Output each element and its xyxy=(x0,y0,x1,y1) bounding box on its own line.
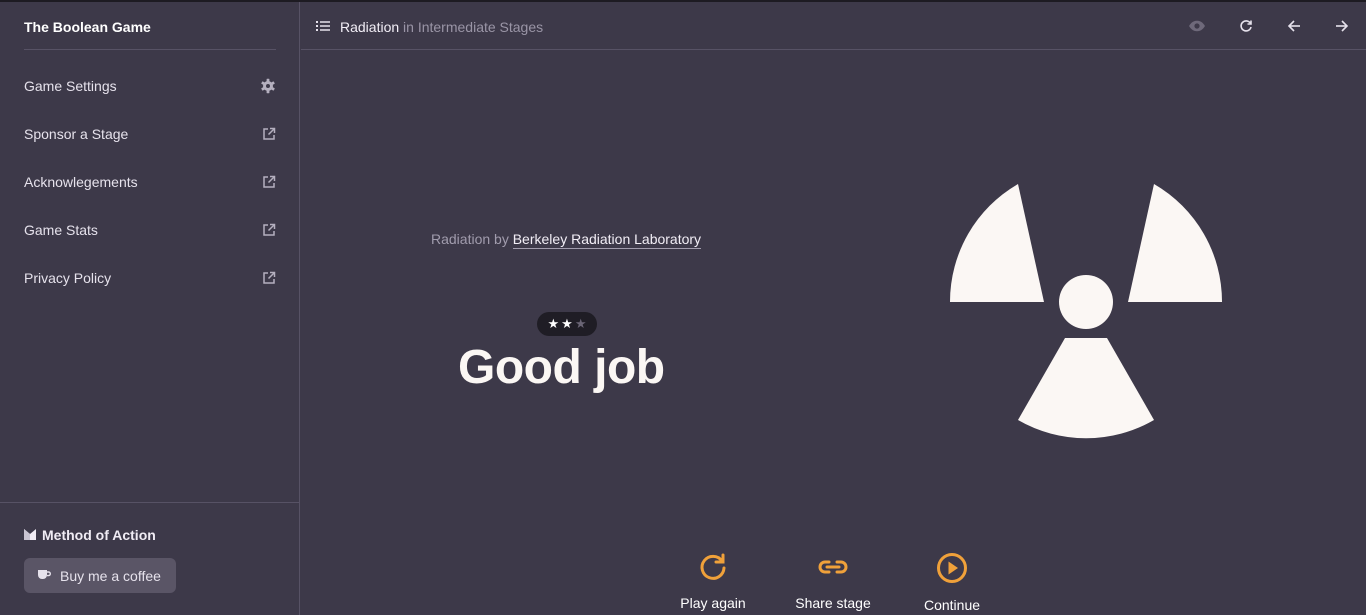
refresh-icon[interactable] xyxy=(1236,16,1256,36)
method-of-action-link[interactable]: Method of Action xyxy=(24,526,156,544)
coffee-cup-icon xyxy=(37,568,51,584)
method-of-action-logo-icon xyxy=(24,527,36,543)
arrow-left-icon[interactable] xyxy=(1284,16,1304,36)
sidebar-item-label: Privacy Policy xyxy=(24,270,112,286)
byline-prefix: Radiation by xyxy=(431,231,509,247)
star-rating: ★ ★ ★ xyxy=(537,312,597,336)
sidebar-item-label: Sponsor a Stage xyxy=(24,126,129,142)
share-stage-label: Share stage xyxy=(795,595,871,611)
arrow-right-icon[interactable] xyxy=(1332,16,1352,36)
sidebar-item-label: Game Settings xyxy=(24,78,117,94)
external-link-icon xyxy=(262,223,276,237)
external-link-icon xyxy=(262,175,276,189)
external-link-icon xyxy=(262,271,276,285)
play-again-button[interactable]: Play again xyxy=(672,552,754,612)
sidebar-divider xyxy=(24,49,276,50)
continue-button[interactable]: Continue xyxy=(916,552,988,613)
replay-icon xyxy=(698,552,728,587)
sidebar-item-sponsor-a-stage[interactable]: Sponsor a Stage xyxy=(24,122,276,146)
buy-me-a-coffee-button[interactable]: Buy me a coffee xyxy=(24,558,176,593)
stage-list-icon[interactable] xyxy=(316,19,330,35)
share-stage-button[interactable]: Share stage xyxy=(789,552,877,612)
star-filled-icon: ★ xyxy=(561,316,573,331)
sidebar-item-game-settings[interactable]: Game Settings xyxy=(24,74,276,98)
sidebar-item-label: Acknowlegements xyxy=(24,174,138,190)
breadcrumb: Radiation in Intermediate Stages xyxy=(316,18,543,36)
sidebar-footer-divider xyxy=(0,502,300,503)
gear-icon xyxy=(260,78,276,94)
method-of-action-label: Method of Action xyxy=(42,527,156,543)
external-link-icon xyxy=(262,127,276,141)
sidebar-item-acknowlegements[interactable]: Acknowlegements xyxy=(24,170,276,194)
continue-label: Continue xyxy=(923,597,981,613)
stage-header: Radiation in Intermediate Stages xyxy=(301,2,1366,50)
star-empty-icon: ★ xyxy=(574,316,587,331)
result-heading: Good job xyxy=(458,341,665,394)
radiation-trefoil-icon xyxy=(949,184,1223,439)
app-title: The Boolean Game xyxy=(24,19,151,35)
sidebar-item-game-stats[interactable]: Game Stats xyxy=(24,218,276,242)
play-again-label: Play again xyxy=(680,595,746,611)
sidebar-item-label: Game Stats xyxy=(24,222,98,238)
sidebar-item-privacy-policy[interactable]: Privacy Policy xyxy=(24,266,276,290)
stage-collection: in Intermediate Stages xyxy=(403,19,544,35)
eye-icon[interactable] xyxy=(1187,16,1207,36)
star-filled-icon: ★ xyxy=(547,316,560,331)
stage-byline: Radiation by Berkeley Radiation Laborato… xyxy=(431,231,702,249)
byline-author-link[interactable]: Berkeley Radiation Laboratory xyxy=(512,231,702,249)
play-circle-icon xyxy=(936,552,968,589)
stage-name: Radiation xyxy=(340,19,400,35)
buy-me-a-coffee-label: Buy me a coffee xyxy=(60,567,161,584)
sidebar: The Boolean Game Game Settings Sponsor a… xyxy=(0,2,300,615)
link-icon xyxy=(816,552,850,587)
